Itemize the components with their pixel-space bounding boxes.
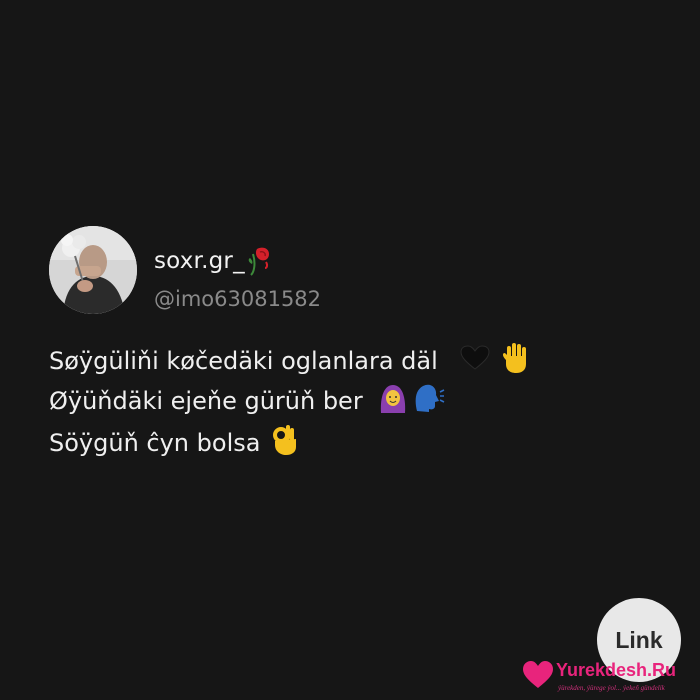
raised-hand-icon [502,342,530,380]
tweet-line-1: Søÿgüliňi køčedäki oglanlara däl [49,342,530,380]
woman-with-headscarf-icon [379,383,407,419]
username[interactable]: soxr.gr_ [154,246,272,276]
tweet-line-3: Söÿgüň ĉyn bolsa [49,424,298,462]
tweet-line-1-text: Søÿgüliňi køčedäki oglanlara däl [49,347,438,375]
tweet-line-3-text: Söÿgüň ĉyn bolsa [49,429,261,457]
watermark-tagline: ýürekden, ýürege ýol... ýekeň gündelik [558,684,665,692]
ok-hand-icon [272,424,298,462]
tweet-line-2-text: Øÿüňdäki ejeňe gürüň ber [49,387,363,415]
user-handle[interactable]: @imo63081582 [154,287,321,311]
tweet-line-2: Øÿüňdäki ejeňe gürüň ber [49,383,445,419]
wilted-rose-icon [248,246,272,276]
tweet-card: soxr.gr_ @imo63081582 Søÿgüliňi køčedäki… [0,0,700,700]
avatar[interactable] [49,226,137,314]
black-heart-icon [460,345,490,377]
speaking-head-icon [413,383,445,419]
watermark: Yurekdesh.Ru ýürekden, ýürege ýol... ýek… [522,658,698,698]
watermark-name: Yurekdesh.Ru [556,660,677,680]
heart-icon [522,660,554,690]
username-text: soxr.gr_ [154,248,245,274]
